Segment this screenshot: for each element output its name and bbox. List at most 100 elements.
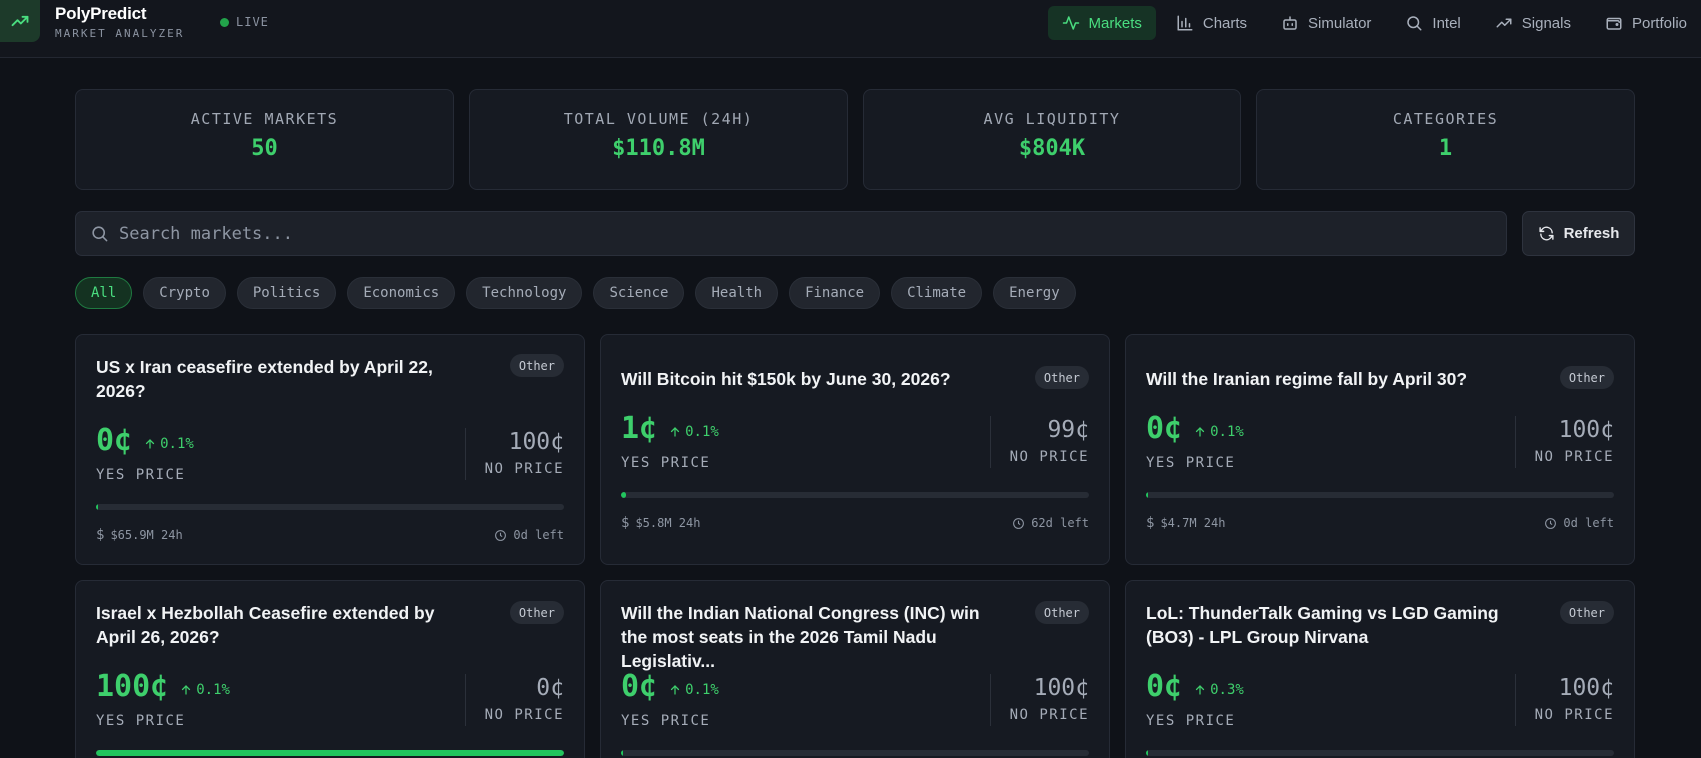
price-change: 0.1%	[669, 682, 719, 698]
search-input[interactable]	[119, 223, 1506, 244]
price-divider	[465, 674, 466, 726]
market-title: Israel x Hezbollah Ceasefire extended by…	[96, 603, 435, 647]
yes-price: 0¢	[1146, 411, 1183, 446]
refresh-button[interactable]: Refresh	[1522, 211, 1635, 256]
stat-categories: CATEGORIES 1	[1256, 89, 1635, 190]
time-left: 62d left	[1031, 516, 1089, 530]
stat-value: 50	[251, 136, 278, 161]
yes-price: 100¢	[96, 669, 169, 704]
price-change: 0.1%	[180, 682, 230, 698]
market-card[interactable]: Will the Indian National Congress (INC) …	[600, 580, 1110, 758]
market-meta: $ $65.9M 24h 0d left	[96, 527, 564, 543]
chip-technology[interactable]: Technology	[466, 277, 583, 309]
price-divider	[990, 674, 991, 726]
top-bar: PolyPredict MARKET ANALYZER LIVE Markets…	[0, 0, 1701, 58]
market-title: Will the Iranian regime fall by April 30…	[1146, 369, 1468, 389]
no-price-label: NO PRICE	[1534, 449, 1614, 465]
market-card[interactable]: US x Iran ceasefire extended by April 22…	[75, 334, 585, 565]
price-divider	[990, 416, 991, 468]
volume: $5.8M 24h	[635, 516, 701, 530]
yes-price-group: 0¢ 0.1%	[1146, 411, 1244, 446]
chip-science[interactable]: Science	[593, 277, 685, 309]
chip-finance[interactable]: Finance	[789, 277, 881, 309]
yes-price-group: 1¢ 0.1%	[621, 411, 719, 446]
market-card[interactable]: Will the Iranian regime fall by April 30…	[1125, 334, 1635, 565]
nav-signals[interactable]: Signals	[1481, 6, 1585, 40]
stat-label: CATEGORIES	[1392, 110, 1499, 128]
nav-portfolio[interactable]: Portfolio	[1591, 6, 1701, 40]
no-price-label: NO PRICE	[484, 461, 564, 477]
yes-probability-fill	[621, 492, 626, 498]
chip-climate[interactable]: Climate	[891, 277, 983, 309]
no-price: 100¢	[508, 429, 564, 455]
app-name: PolyPredict	[55, 4, 147, 23]
category-badge: Other	[509, 354, 564, 377]
no-price: 0¢	[536, 675, 564, 701]
no-price-group: 100¢ NO PRICE	[485, 429, 564, 477]
no-price-group: 0¢ NO PRICE	[485, 675, 564, 723]
chip-politics[interactable]: Politics	[236, 277, 337, 309]
yes-probability-bar	[96, 504, 564, 510]
clock-icon	[1545, 517, 1557, 529]
nav-charts[interactable]: Charts	[1162, 6, 1261, 40]
nav-portfolio-label: Portfolio	[1631, 14, 1687, 32]
search-icon	[90, 224, 109, 243]
live-dot-icon	[220, 17, 229, 27]
chip-all[interactable]: All	[75, 277, 133, 309]
nav-markets[interactable]: Markets	[1047, 6, 1156, 40]
arrow-up-icon	[1196, 427, 1205, 437]
chip-economics[interactable]: Economics	[347, 277, 456, 309]
stat-value: 1	[1438, 136, 1453, 161]
yes-probability-bar	[96, 750, 564, 756]
price-change: 0.3%	[1194, 682, 1244, 698]
yes-price-label: YES PRICE	[1146, 713, 1236, 729]
clock-icon	[495, 529, 507, 541]
market-card[interactable]: Will Bitcoin hit $150k by June 30, 2026?…	[600, 334, 1110, 565]
price-change-value: 0.3%	[1210, 682, 1244, 698]
market-card[interactable]: LoL: ThunderTalk Gaming vs LGD Gaming (B…	[1125, 580, 1635, 758]
chip-crypto[interactable]: Crypto	[143, 277, 226, 309]
nav-charts-label: Charts	[1202, 14, 1248, 32]
arrow-up-icon	[671, 685, 680, 695]
no-price-group: 99¢ NO PRICE	[1010, 417, 1089, 465]
category-badge: Other	[1034, 366, 1089, 389]
yes-probability-fill	[1146, 750, 1148, 756]
yes-price-group: 0¢ 0.1%	[96, 423, 194, 458]
price-change-value: 0.1%	[160, 436, 194, 452]
stat-total-volume: TOTAL VOLUME (24H) $110.8M	[469, 89, 848, 190]
yes-price-group: 0¢ 0.3%	[1146, 669, 1244, 704]
price-change-value: 0.1%	[685, 424, 719, 440]
price-change: 0.1%	[1194, 424, 1244, 440]
category-badge: Other	[1559, 366, 1614, 389]
price-divider	[465, 428, 466, 480]
yes-price: 0¢	[621, 669, 658, 704]
yes-price-label: YES PRICE	[96, 467, 186, 483]
chip-energy[interactable]: Energy	[993, 277, 1076, 309]
price-change: 0.1%	[144, 436, 194, 452]
yes-price-label: YES PRICE	[1146, 455, 1236, 471]
market-title: Will the Indian National Congress (INC) …	[621, 603, 980, 671]
market-meta: $ $4.7M 24h 0d left	[1146, 515, 1614, 531]
yes-probability-fill	[96, 504, 98, 510]
chip-health[interactable]: Health	[695, 277, 779, 309]
yes-probability-bar	[621, 492, 1089, 498]
volume: $65.9M 24h	[110, 528, 183, 542]
market-card[interactable]: Israel x Hezbollah Ceasefire extended by…	[75, 580, 585, 758]
main-nav: Markets Charts Simulator Intel Signals P…	[1047, 6, 1701, 40]
yes-price-label: YES PRICE	[621, 455, 711, 471]
price-divider	[1515, 674, 1516, 726]
nav-intel[interactable]: Intel	[1391, 6, 1474, 40]
no-price-label: NO PRICE	[1534, 707, 1614, 723]
logo[interactable]	[0, 0, 40, 42]
nav-simulator[interactable]: Simulator	[1267, 6, 1385, 40]
arrow-up-icon	[1196, 685, 1205, 695]
activity-icon	[1062, 16, 1079, 30]
nav-intel-label: Intel	[1432, 14, 1461, 32]
bot-icon	[1283, 16, 1297, 30]
stat-value: $804K	[1018, 136, 1086, 161]
no-price-group: 100¢ NO PRICE	[1535, 675, 1614, 723]
yes-price: 0¢	[96, 423, 133, 458]
market-title: Will Bitcoin hit $150k by June 30, 2026?	[621, 369, 951, 389]
volume: $4.7M 24h	[1160, 516, 1226, 530]
no-price: 100¢	[1558, 417, 1614, 443]
